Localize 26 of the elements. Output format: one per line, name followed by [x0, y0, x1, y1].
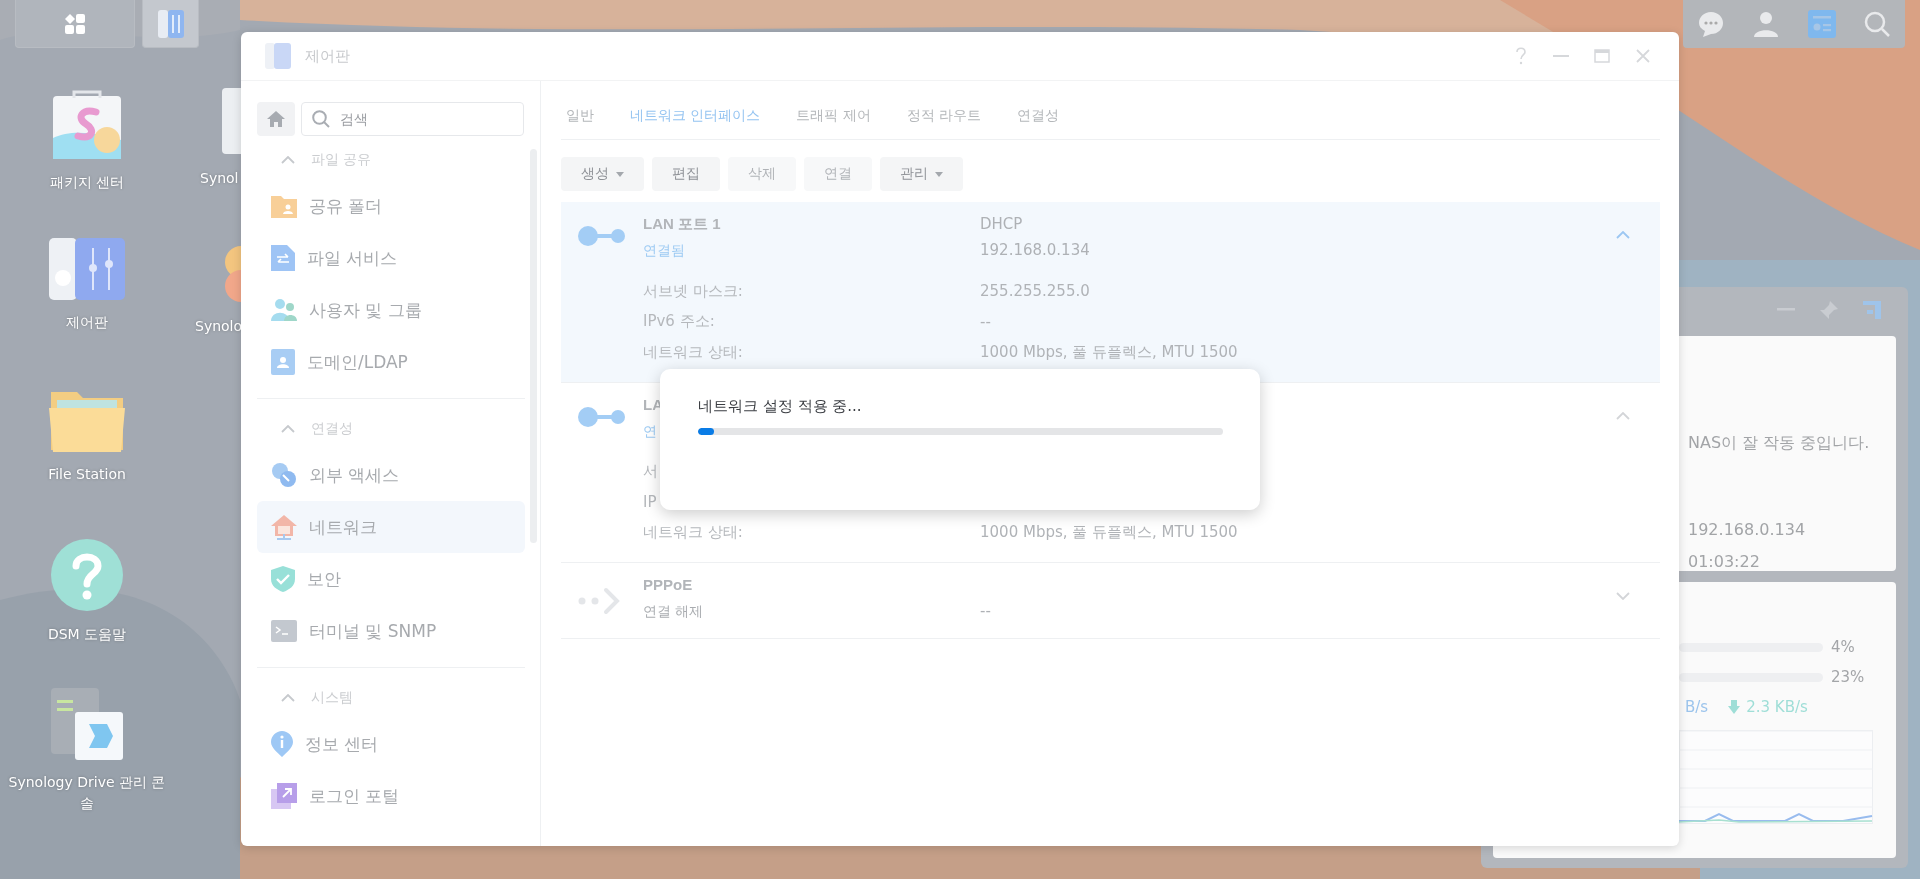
detail-value: 1000 Mbps, 풀 듀플렉스, MTU 1500	[980, 523, 1238, 543]
upload-speed: B/s	[1685, 698, 1709, 716]
interface-name: PPPoE	[643, 575, 694, 595]
detail-label: 서브넷 마스크:	[643, 281, 744, 301]
detail-value: 1000 Mbps, 풀 듀플렉스, MTU 1500	[980, 342, 1238, 362]
detail-label: 네트워크 상태:	[643, 523, 744, 543]
interface-name: LAN 포트 1	[643, 214, 722, 234]
detail-value: 255.255.255.0	[980, 282, 1090, 301]
download-speed: 2.3 KB/s	[1746, 698, 1808, 716]
detail-label: 서	[643, 462, 659, 482]
detail-label: 네트워크 상태:	[643, 342, 744, 362]
connection-status: 연결됨	[643, 241, 686, 260]
interface-value: DHCP	[980, 214, 1024, 235]
connection-status: 연	[643, 421, 658, 441]
info-value: 192.168.0.134	[1688, 520, 1807, 539]
meter-reading: 4%	[1831, 638, 1855, 656]
detail-label: IP	[643, 493, 658, 512]
detail-label: IPv6 주소:	[643, 312, 716, 332]
interface-value: --	[980, 601, 992, 622]
info-value: 01:03:22	[1688, 552, 1761, 571]
status-text: NAS이 잘 작동 중입니다.	[1688, 433, 1871, 454]
connection-status: 연결 해제	[643, 602, 705, 621]
meter-reading: 23%	[1831, 668, 1865, 686]
detail-value: --	[980, 312, 991, 331]
dialog-message: 네트워크 설정 적용 중...	[698, 396, 863, 416]
interface-value: 192.168.0.134	[980, 240, 1091, 261]
